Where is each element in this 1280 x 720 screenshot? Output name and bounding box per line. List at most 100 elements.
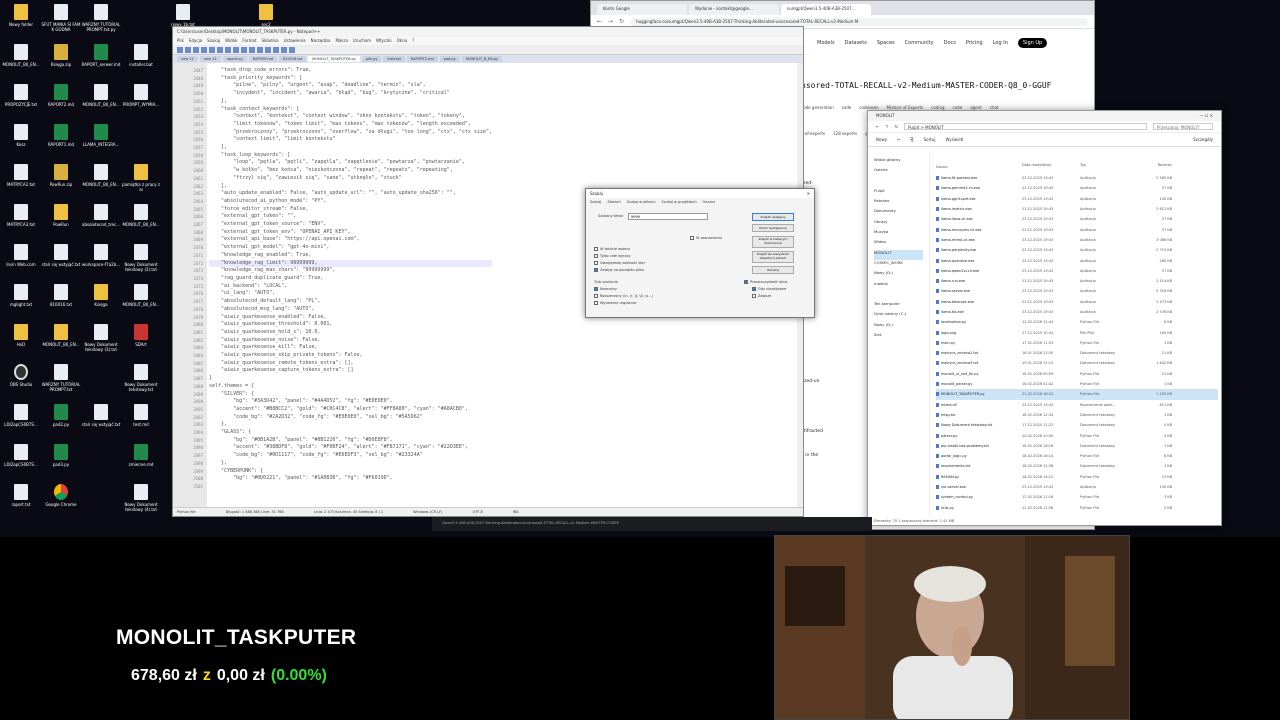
code-line[interactable]: "task_loop_keywords": [ — [209, 152, 492, 160]
code-line[interactable]: "external_api_base": "https://api.openai… — [209, 236, 492, 244]
forward-icon[interactable]: → — [608, 18, 613, 25]
option-backward[interactable]: W tekście wstecz — [594, 247, 630, 251]
zoom-out-icon[interactable] — [289, 47, 295, 53]
editor-tab[interactable]: new 11 — [177, 56, 198, 62]
sidebar-item[interactable]: Sieć — [874, 332, 923, 342]
code-line[interactable]: "accent": "#38BDF8", "gold": "#F0BF24", … — [209, 444, 492, 452]
browser-tab[interactable]: Konto Google — [597, 4, 687, 15]
sidebar-item[interactable]: models — [874, 281, 923, 291]
up-icon[interactable]: ↑ — [885, 124, 888, 129]
code-line[interactable]: "ai_backend": "LOCAL", — [209, 283, 492, 291]
desktop-icon[interactable]: workspace-f7a2b... — [80, 244, 122, 267]
menu-item[interactable]: Ustawienia — [284, 38, 306, 44]
code-line[interactable]: "external_gpt_token_source": "ENV", — [209, 221, 492, 229]
code-line[interactable]: "force_editor_stream": False, — [209, 206, 492, 214]
file-row[interactable]: portal_logic.py 18.02.2026 16:14 Python Fi… — [936, 451, 1218, 461]
nav-docs[interactable]: Docs — [944, 40, 956, 46]
search-dialog-tab[interactable]: Szukaj — [590, 200, 601, 204]
paste-icon[interactable] — [241, 47, 247, 53]
details-button[interactable]: Szczegóły — [1193, 137, 1213, 142]
sidebar-item[interactable]: Dokumenty — [874, 208, 923, 218]
find-all-open-button[interactable]: Znajdź we wszystkich otwartych plikach — [752, 251, 794, 263]
desktop-icon[interactable]: sec2 — [245, 4, 287, 27]
close-icon[interactable] — [209, 47, 215, 53]
find-icon[interactable] — [265, 47, 271, 53]
file-row[interactable]: matryca_zmiana2.txt 16.01.2026 13:30 Dokum… — [936, 348, 1218, 358]
code-line[interactable]: "aiwiz_quarkesense_skip_private_tokens":… — [209, 352, 492, 360]
file-row[interactable]: patcer.py 20.02.2026 20:50 Python File 4 KB — [936, 430, 1218, 440]
search-dialog-tab[interactable]: Szukaj w projektach — [662, 200, 697, 204]
file-row[interactable]: llama-mtmd-cli.exe 23.12.2025 19:43 Aplika… — [936, 235, 1218, 245]
mode-normal-radio[interactable]: Normalny — [594, 287, 617, 291]
menu-item[interactable]: Narzędzia — [311, 38, 331, 44]
back-icon[interactable]: ← — [876, 124, 879, 129]
signup-button[interactable]: Sign Up — [1017, 38, 1048, 48]
find-next-button[interactable]: Znajdź następny — [752, 213, 794, 221]
menu-item[interactable]: Makra — [335, 38, 347, 44]
desktop-icon[interactable]: WARZNY TUTORIAL PROMPT.txt — [40, 364, 82, 392]
sidebar-item[interactable]: Dysk lokalny (C:) — [874, 311, 923, 321]
view-button[interactable]: Wyświetl — [946, 137, 964, 142]
menu-item[interactable]: Składnia — [262, 38, 279, 44]
code-line[interactable]: }, — [209, 421, 492, 429]
browser-tab[interactable]: Wydanie - kontakt@google... — [689, 4, 779, 15]
file-row[interactable]: monolit_parser.py 16.02.2026 01:42 Python … — [936, 379, 1218, 389]
code-line[interactable]: "incydent", "incident", "awaria", "błąd"… — [209, 90, 492, 98]
desktop-icon[interactable]: Nowy Dokument tekstowy (2).txt — [120, 244, 162, 272]
desktop-icon[interactable]: pamiątka z pracy z ai — [120, 164, 162, 192]
search-dialog-tab[interactable]: Szukaj w plikach — [627, 200, 656, 204]
code-line[interactable]: "w kółko", "bez końca", "nieskończona", … — [209, 167, 492, 175]
code-line[interactable]: "GLASS": { — [209, 429, 492, 437]
zoom-in-icon[interactable] — [281, 47, 287, 53]
code-line[interactable]: "rag_guard_duplicate_guard": True, — [209, 275, 492, 283]
desktop-icon[interactable]: PowRun — [40, 204, 82, 227]
find-all-current-button[interactable]: Znajdź w bieżącym dokumencie — [752, 236, 794, 248]
sort-button[interactable]: Sortuj — [924, 137, 936, 142]
code-line[interactable]: "aiwiz_quarkesense_kill": False, — [209, 344, 492, 352]
menu-item[interactable]: Plik — [177, 38, 184, 44]
editor-tab[interactable]: plik.py — [361, 56, 382, 62]
desktop-icon[interactable]: stań się wstyjąć.txt — [40, 244, 82, 267]
column-type[interactable]: Typ — [1080, 163, 1132, 171]
sidebar-item[interactable]: Nowy (D:) — [874, 322, 923, 332]
desktop-icon[interactable]: MONOLIT_BII_EN... — [0, 44, 42, 67]
code-line[interactable]: "task_priority_keywords": [ — [209, 75, 492, 83]
model-tag[interactable]: e-of-experts — [801, 131, 825, 136]
code-line[interactable]: "przekroczony", "przekroczono", "overflo… — [209, 129, 492, 137]
desktop-icon[interactable]: MONOLIT_BII_EN... — [120, 284, 162, 307]
save-all-icon[interactable] — [201, 47, 207, 53]
model-tag[interactable]: code generation — [801, 105, 834, 110]
editor-tab[interactable]: RAPORT.md — [248, 56, 277, 62]
code-line[interactable]: "limit tokenów", "token limit", "max tok… — [209, 121, 492, 129]
menu-item[interactable]: Widok — [225, 38, 237, 44]
window-controls-icon[interactable]: — ☐ ✕ — [1200, 113, 1213, 119]
desktop-icon[interactable]: Nowy folder — [0, 4, 42, 27]
file-row[interactable]: llama-qwen2vl-cli.exe 23.12.2025 19:43 Apl… — [936, 266, 1218, 276]
sidebar-item[interactable]: Wideo — [874, 239, 923, 249]
count-button[interactable]: Policz wystąpienia — [752, 224, 794, 232]
explorer-search-input[interactable]: Przeszukaj: MONOLIT — [1153, 123, 1213, 130]
column-size[interactable]: Rozmiar — [1132, 163, 1172, 171]
file-row[interactable]: pip-install-bez-problemy.txt 16.02.2026 1… — [936, 441, 1218, 451]
code-line[interactable]: "aiwiz_quarkesense_threshold": 0.001, — [209, 321, 492, 329]
editor-tab[interactable]: pad.py — [439, 56, 460, 62]
desktop-icon[interactable]: PowRun.zip — [40, 164, 82, 187]
editor-tab[interactable]: raport.py — [222, 56, 247, 62]
sidebar-item[interactable]: Obrazy — [874, 219, 923, 229]
code-line[interactable]: "code_bg": "#2A2D32", "code_fg": "#E0E0E… — [209, 414, 492, 422]
sidebar-item[interactable]: Widok główny — [874, 157, 923, 167]
option-wrap[interactable]: Zawijaj na początku pliku — [594, 268, 644, 272]
in-selection-checkbox[interactable]: W zaznaczeniu — [690, 236, 722, 240]
desktop-icon[interactable]: pad3.py — [40, 444, 82, 467]
desktop-icon[interactable]: RAPORT2.md — [40, 84, 82, 107]
desktop-icon[interactable]: HxD — [0, 324, 42, 347]
code-line[interactable]: "SILVER": { — [209, 391, 492, 399]
desktop-icon[interactable]: zmienne.md — [120, 444, 162, 467]
file-row[interactable]: main.py 17.01.2026 11:53 Python File 1 KB — [936, 338, 1218, 348]
code-line[interactable]: "external_gpt_model": "gpt-4o-mini", — [209, 244, 492, 252]
nav-spaces[interactable]: Spaces — [877, 40, 895, 46]
desktop-icon[interactable]: OBS Studio — [0, 364, 42, 387]
file-explorer-window[interactable]: MONOLIT — ☐ ✕ ← ↑ ↻ Pulpit > MONOLIT Prz… — [867, 110, 1222, 526]
nav-models[interactable]: Models — [817, 40, 835, 46]
desktop-icon[interactable]: installer.bat — [120, 44, 162, 67]
